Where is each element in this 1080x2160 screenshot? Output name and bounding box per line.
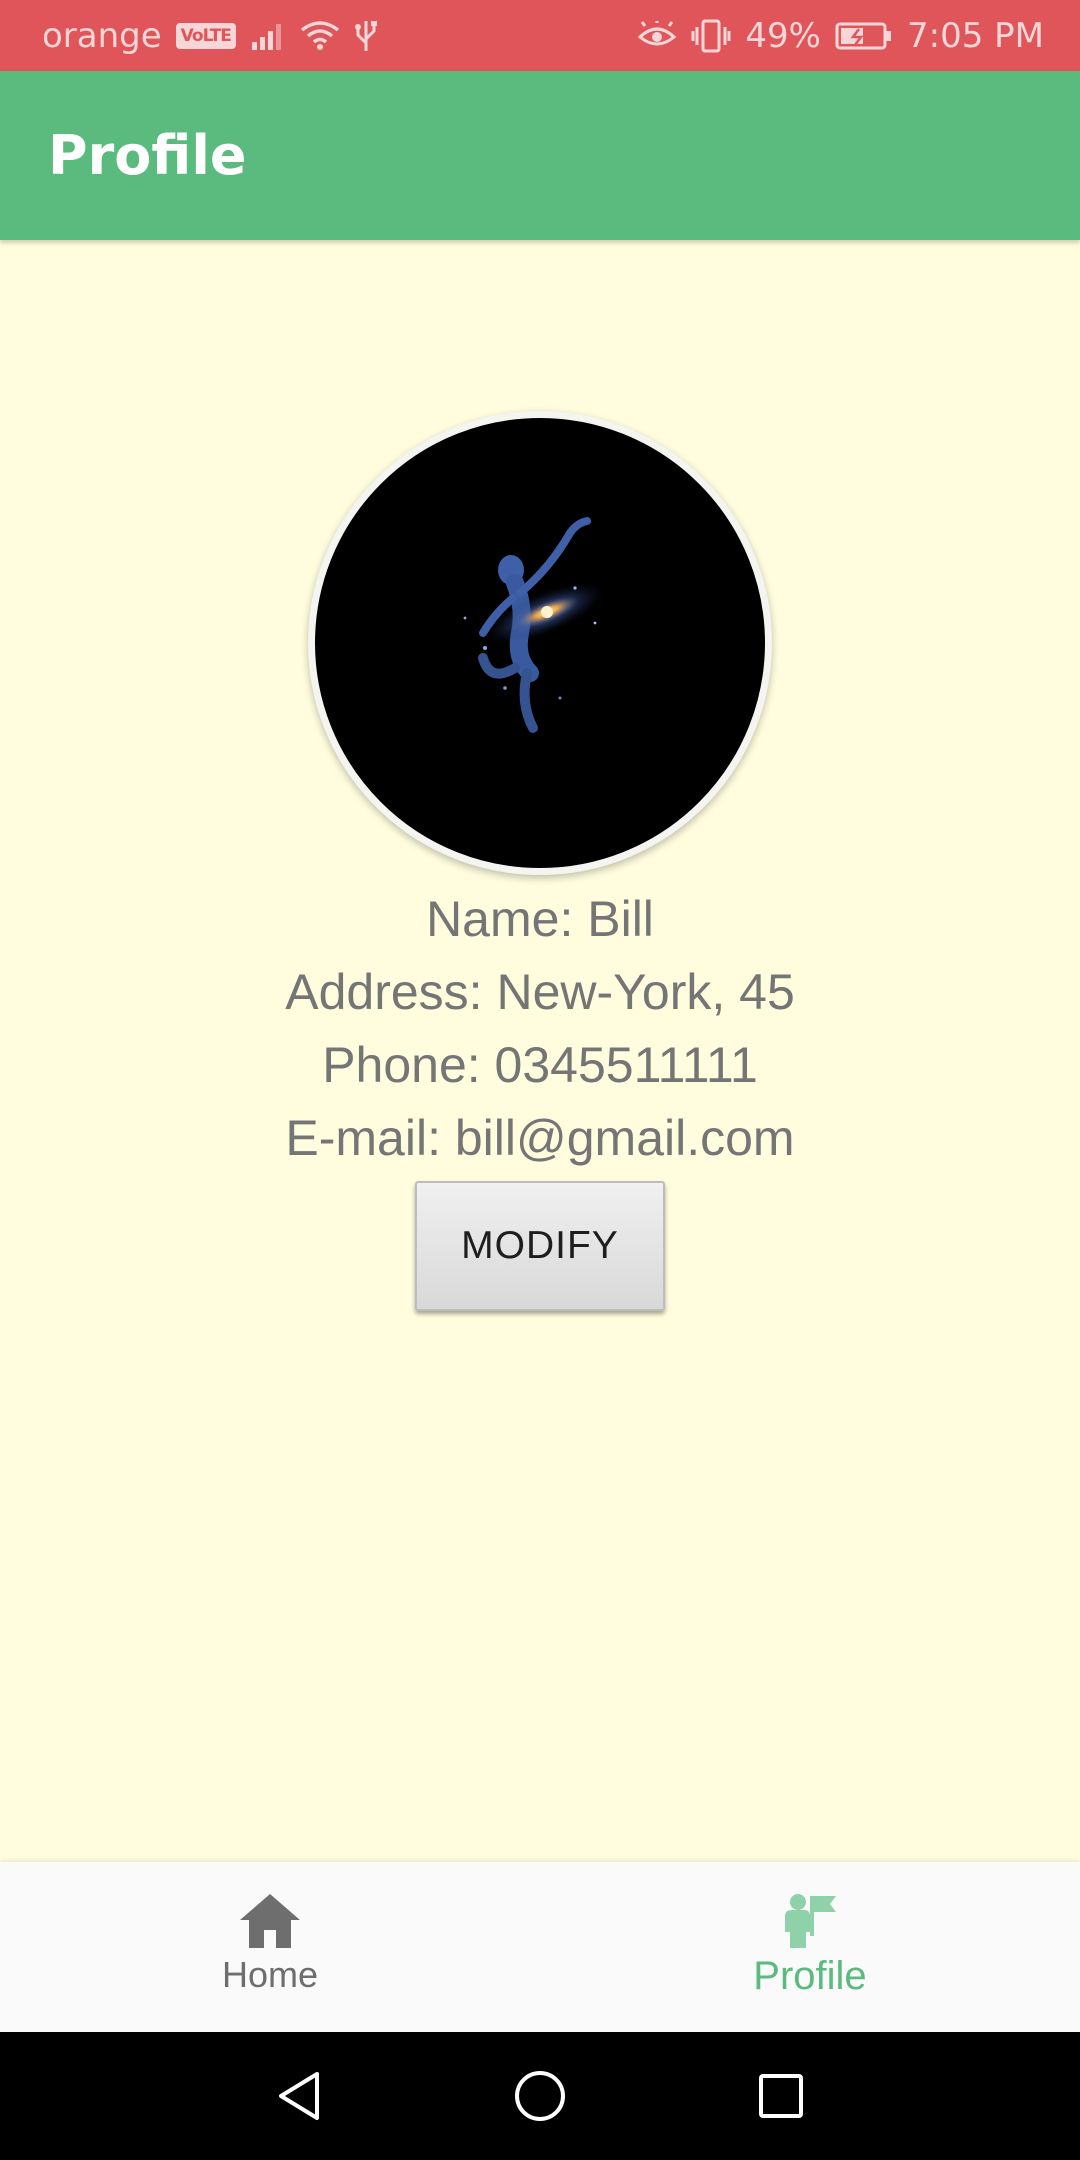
clock: 7:05 PM: [907, 15, 1044, 56]
status-right: 49% 7:05 PM: [637, 16, 1044, 56]
volte-badge: VoLTE: [175, 22, 236, 49]
system-nav-bar: [0, 2032, 1080, 2160]
avatar: [308, 411, 772, 875]
status-bar: orange VoLTE 49% 7:05 PM: [0, 0, 1080, 71]
eye-icon: [637, 20, 677, 51]
modify-button[interactable]: MODIFY: [415, 1181, 665, 1311]
nav-label-home: Home: [221, 1954, 319, 1995]
carrier-label: orange: [42, 15, 162, 56]
nav-item-profile[interactable]: Profile: [540, 1862, 1080, 2032]
back-icon[interactable]: [275, 2070, 323, 2122]
nav-label-profile: Profile: [753, 1954, 867, 1998]
app-bar: Profile: [0, 71, 1080, 240]
bottom-nav: Home Profile: [0, 1862, 1080, 2032]
recents-icon[interactable]: [757, 2072, 805, 2120]
profile-icon: [785, 1894, 836, 1948]
address-line: Address: New-York, 45: [285, 964, 795, 1020]
usb-icon: [354, 19, 378, 53]
email-line: E-mail: bill@gmail.com: [285, 1110, 795, 1166]
nav-item-home[interactable]: Home: [0, 1862, 540, 2032]
galaxy-dancer-image: [463, 517, 603, 733]
name-line: Name: Bill: [426, 891, 654, 947]
screen: orange VoLTE 49% 7:05 PM Profile Name: B…: [0, 0, 1080, 2160]
battery-icon: [835, 21, 893, 51]
vibrate-icon: [691, 19, 731, 53]
home-circle-icon[interactable]: [513, 2069, 567, 2123]
phone-line: Phone: 0345511111: [322, 1037, 758, 1093]
wifi-icon: [300, 20, 340, 51]
page-title: Profile: [48, 124, 247, 187]
profile-info: Name: Bill Address: New-York, 45 Phone: …: [285, 883, 795, 1175]
battery-percent: 49%: [745, 15, 821, 56]
profile-content: Name: Bill Address: New-York, 45 Phone: …: [0, 240, 1080, 1862]
home-icon: [240, 1894, 300, 1948]
status-left: orange VoLTE: [42, 16, 378, 56]
signal-icon: [250, 22, 286, 50]
